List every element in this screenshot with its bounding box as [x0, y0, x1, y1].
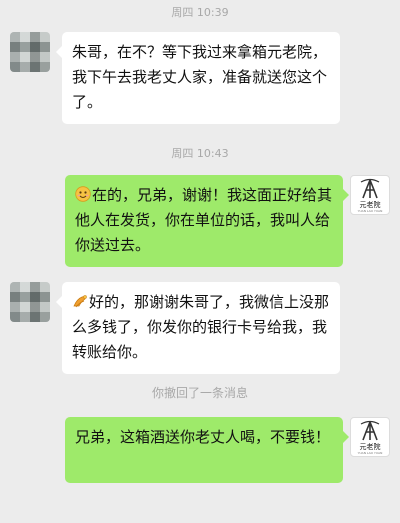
message-bubble-received[interactable]: 好的，那谢谢朱哥了，我微信上没那么多钱了，你发你的银行卡号给我，我转账给你。: [56, 282, 340, 374]
logo-icon: [360, 178, 380, 198]
timestamp: 周四 10:39: [171, 6, 229, 19]
contact-avatar[interactable]: [10, 32, 50, 72]
message-text: 在的，兄弟，谢谢！我这面正好给其他人在发货，你在单位的话，我叫人给你送过去。: [75, 186, 333, 254]
message-bubble-sent[interactable]: 在的，兄弟，谢谢！我这面正好给其他人在发货，你在单位的话，我叫人给你送过去。: [65, 175, 349, 267]
logo-subtext: YUAN LAO YUAN: [357, 450, 383, 455]
message-bubble-sent[interactable]: 兄弟，这箱酒送你老丈人喝，不要钱！: [65, 417, 349, 483]
timestamp: 周四 10:43: [171, 147, 229, 160]
message-text: 好的，那谢谢朱哥了，我微信上没那么多钱了，你发你的银行卡号给我，我转账给你。: [72, 293, 330, 361]
contact-avatar[interactable]: [10, 282, 50, 322]
message-bubble-received[interactable]: 朱哥，在不？等下我过来拿箱元老院，我下午去我老丈人家，准备就送您这个了。: [56, 32, 340, 124]
logo-text: 元老院: [359, 200, 381, 209]
chat-window: 周四 10:39 朱哥，在不？等下我过来拿箱元老院，我下午去我老丈人家，准备就送…: [0, 0, 400, 523]
logo-icon: [360, 420, 380, 440]
smile-icon: [75, 186, 91, 202]
self-avatar[interactable]: 元老院 YUAN LAO YUAN: [350, 175, 390, 215]
logo-text: 元老院: [359, 442, 381, 451]
recall-notice: 你撤回了一条消息: [151, 386, 248, 400]
message-text: 兄弟，这箱酒送你老丈人喝，不要钱！: [75, 428, 331, 446]
bow-icon: [73, 295, 87, 308]
message-text: 朱哥，在不？等下我过来拿箱元老院，我下午去我老丈人家，准备就送您这个了。: [72, 43, 328, 111]
logo-subtext: YUAN LAO YUAN: [357, 208, 383, 213]
self-avatar[interactable]: 元老院 YUAN LAO YUAN: [350, 417, 390, 457]
